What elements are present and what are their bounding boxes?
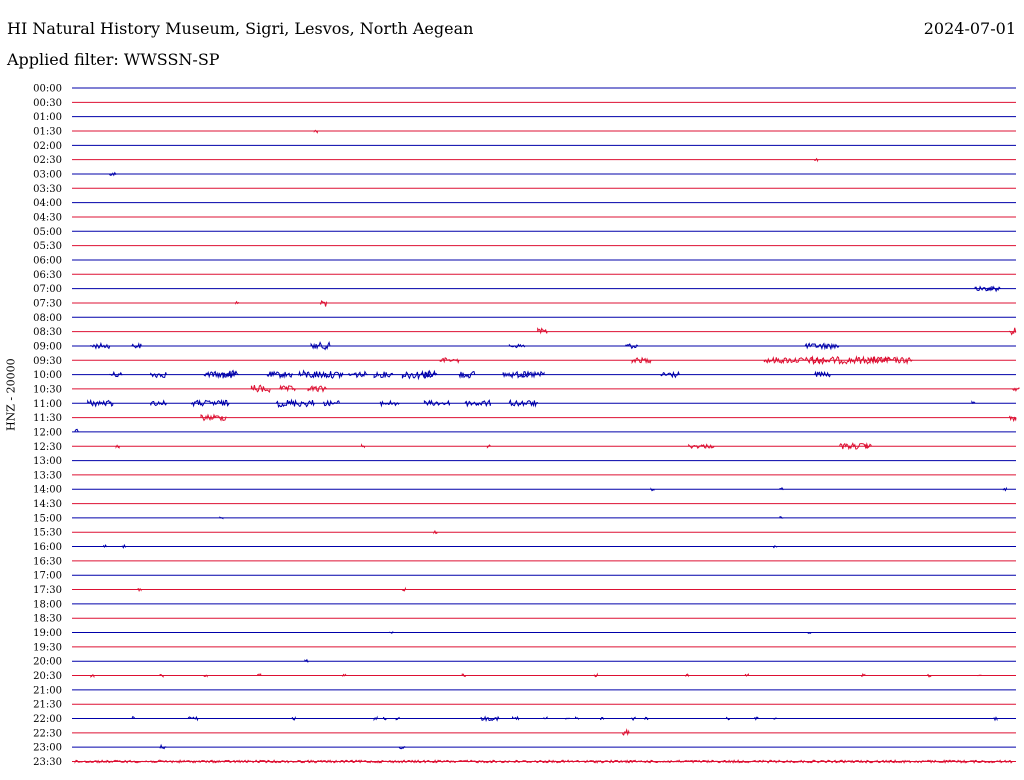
tick-label: 20:30 bbox=[33, 671, 62, 682]
tick-label: 22:30 bbox=[33, 728, 62, 739]
tick-label: 17:00 bbox=[33, 571, 62, 582]
helicorder-plot: 00:00 00:30 01:00 01:30 02:00 02:30 03:00 03:30… bbox=[33, 84, 1020, 769]
seismic-burst bbox=[379, 399, 400, 408]
tick-label: 00:30 bbox=[33, 98, 62, 109]
tick-label: 16:00 bbox=[33, 542, 62, 553]
tick-label: 04:30 bbox=[33, 212, 62, 223]
tick-label: 11:00 bbox=[33, 399, 62, 410]
tick-label: 13:30 bbox=[33, 470, 62, 481]
tick-label: 19:30 bbox=[33, 642, 62, 653]
seismic-burst bbox=[565, 717, 570, 720]
tick-label: 16:30 bbox=[33, 556, 62, 567]
seismic-burst bbox=[1009, 327, 1017, 336]
seismic-burst bbox=[861, 673, 866, 678]
seismic-burst bbox=[807, 631, 812, 635]
tick-label: 02:30 bbox=[33, 155, 62, 166]
tick-label: 03:30 bbox=[33, 184, 62, 195]
seismic-burst bbox=[103, 544, 107, 548]
tick-label: 05:30 bbox=[33, 241, 62, 252]
tick-label: 13:00 bbox=[33, 456, 62, 467]
tick-label: 23:00 bbox=[33, 743, 62, 754]
seismic-burst bbox=[137, 587, 142, 593]
tick-label: 19:00 bbox=[33, 628, 62, 639]
tick-label: 06:00 bbox=[33, 255, 62, 266]
tick-label: 17:30 bbox=[33, 585, 62, 596]
tick-label: 01:30 bbox=[33, 126, 62, 137]
seismic-burst bbox=[235, 300, 240, 305]
seismic-burst bbox=[754, 716, 759, 721]
tick-label: 01:00 bbox=[33, 112, 62, 123]
trace-lines bbox=[72, 87, 1020, 764]
seismic-burst bbox=[1002, 486, 1008, 492]
tick-label: 21:30 bbox=[33, 700, 62, 711]
tick-label: 09:30 bbox=[33, 356, 62, 367]
tick-label: 18:30 bbox=[33, 614, 62, 625]
seismic-burst bbox=[320, 300, 328, 307]
tick-label: 04:00 bbox=[33, 198, 62, 209]
tick-label: 08:30 bbox=[33, 327, 62, 338]
seismic-burst bbox=[90, 341, 111, 350]
tick-label: 11:30 bbox=[33, 413, 62, 424]
tick-label: 09:00 bbox=[33, 341, 62, 352]
seismic-burst bbox=[279, 384, 296, 393]
tick-label: 14:00 bbox=[33, 485, 62, 496]
tick-label: 08:00 bbox=[33, 313, 62, 324]
tick-label: 15:30 bbox=[33, 528, 62, 539]
tick-label: 07:00 bbox=[33, 284, 62, 295]
seismic-burst bbox=[342, 673, 347, 677]
tick-label: 00:00 bbox=[33, 84, 62, 95]
tick-label: 20:00 bbox=[33, 657, 62, 668]
tick-label: 07:30 bbox=[33, 298, 62, 309]
tick-label: 22:00 bbox=[33, 714, 62, 725]
seismic-burst bbox=[121, 543, 126, 549]
tick-label: 06:30 bbox=[33, 270, 62, 281]
tick-label: 12:00 bbox=[33, 427, 62, 438]
tick-label: 18:00 bbox=[33, 599, 62, 610]
seismic-burst bbox=[320, 370, 344, 380]
tick-label: 14:30 bbox=[33, 499, 62, 510]
seismic-burst bbox=[298, 369, 322, 379]
tick-label: 21:00 bbox=[33, 685, 62, 696]
seismic-burst bbox=[276, 398, 315, 408]
tick-label: 15:00 bbox=[33, 513, 62, 524]
seismic-burst bbox=[814, 157, 819, 163]
seismic-burst bbox=[1009, 415, 1017, 423]
tick-label: 10:00 bbox=[33, 370, 62, 381]
tick-label: 03:00 bbox=[33, 169, 62, 180]
seismic-burst bbox=[373, 370, 394, 379]
tick-label: 02:00 bbox=[33, 141, 62, 152]
seismic-burst bbox=[131, 342, 142, 349]
seismic-burst bbox=[971, 400, 976, 405]
tick-label: 10:30 bbox=[33, 384, 62, 395]
seismic-burst bbox=[537, 327, 548, 335]
seismic-burst bbox=[304, 658, 309, 663]
tick-label: 12:30 bbox=[33, 442, 62, 453]
tick-label: 23:30 bbox=[33, 757, 62, 768]
tick-label: 05:00 bbox=[33, 227, 62, 238]
seismic-burst bbox=[373, 715, 378, 722]
hour-tick-labels: 00:00 00:30 01:00 01:30 02:00 02:30 03:00 03:30… bbox=[33, 84, 62, 769]
seismic-burst bbox=[433, 529, 438, 535]
seismic-burst bbox=[814, 370, 831, 378]
seismic-burst bbox=[993, 716, 998, 722]
